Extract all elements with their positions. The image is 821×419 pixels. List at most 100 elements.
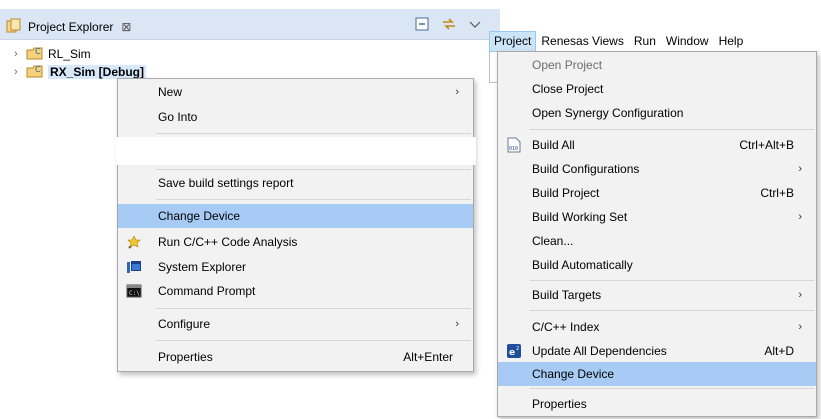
menu-item-go-into[interactable]: Go Into <box>118 105 473 129</box>
menu-item-label: Open Synergy Configuration <box>532 106 684 120</box>
svg-text:C:\: C:\ <box>129 290 140 297</box>
menu-item-properties[interactable]: Properties Alt+Enter <box>118 345 473 369</box>
menu-item-shortcut: Ctrl+Alt+B <box>739 138 794 152</box>
menu-item-build-automatically[interactable]: Build Automatically <box>498 253 816 277</box>
c-project-icon: C <box>26 45 44 64</box>
chevron-right-icon[interactable]: › <box>14 48 26 60</box>
menu-item-build-working-set[interactable]: Build Working Set › <box>498 205 816 229</box>
menu-item-clean[interactable]: Clean... <box>498 229 816 253</box>
menu-item-shortcut: Alt+Enter <box>403 350 453 364</box>
menubar-window[interactable]: Window <box>661 32 714 51</box>
menu-item-label: Build All <box>532 138 575 152</box>
chevron-right-icon[interactable]: › <box>14 66 26 78</box>
menu-item-label: Save build settings report <box>158 176 294 190</box>
submenu-arrow-icon: › <box>798 163 802 175</box>
svg-text:C: C <box>35 65 41 74</box>
menu-item-label: Properties <box>158 350 213 364</box>
menu-separator <box>530 388 814 389</box>
tree-item-label: RL_Sim <box>48 47 91 61</box>
menu-separator <box>156 340 471 341</box>
menu-item-label: Command Prompt <box>158 284 256 298</box>
command-prompt-icon: C:\ <box>126 283 142 299</box>
build-all-icon: 010 <box>506 137 522 153</box>
menu-item-label: Run C/C++ Code Analysis <box>158 235 298 249</box>
menu-item-cpp-index[interactable]: C/C++ Index › <box>498 315 816 339</box>
menu-item-command-prompt[interactable]: C:\ Command Prompt <box>118 279 473 303</box>
menubar-help[interactable]: Help <box>714 32 749 51</box>
menu-item-label: Properties <box>532 397 587 411</box>
menu-item-label: Update All Dependencies <box>532 344 667 358</box>
menu-item-label: New <box>158 85 183 99</box>
submenu-arrow-icon: › <box>455 86 459 98</box>
menu-item-change-device[interactable]: Change Device <box>118 204 473 228</box>
menu-item-open-project[interactable]: Open Project <box>498 53 816 77</box>
menu-item-build-all[interactable]: 010 Build All Ctrl+Alt+B <box>498 133 816 157</box>
menu-item-new[interactable]: New › <box>118 80 473 104</box>
project-menu: Open Project Close Project Open Synergy … <box>497 51 817 417</box>
menu-separator <box>156 169 471 170</box>
context-menu: New › Go Into Save build settings report… <box>116 78 476 372</box>
menu-item-label: Build Configurations <box>532 162 640 176</box>
project-explorer-tabbar: Project Explorer ⊠ <box>0 9 500 40</box>
menu-item-label: Build Automatically <box>532 258 633 272</box>
menu-item-properties[interactable]: Properties <box>498 392 816 416</box>
menu-item-run-code-analysis[interactable]: Run C/C++ Code Analysis <box>118 230 473 254</box>
menu-item-shortcut: Alt+D <box>764 344 794 358</box>
submenu-arrow-icon: › <box>455 318 459 330</box>
menu-item-label: Open Project <box>532 58 603 72</box>
collapse-all-icon[interactable] <box>415 17 429 34</box>
menu-separator <box>156 199 471 200</box>
c-project-icon: C <box>26 63 44 82</box>
system-explorer-icon <box>126 259 142 275</box>
menu-item-label: Change Device <box>158 209 241 223</box>
menu-item-label: Go Into <box>158 110 198 124</box>
svg-text:C: C <box>35 47 41 56</box>
menu-item-label: Build Project <box>532 186 600 200</box>
project-explorer-tab[interactable]: Project Explorer ⊠ <box>6 17 131 37</box>
project-explorer-icon <box>6 18 22 37</box>
view-menu-icon[interactable] <box>469 19 481 33</box>
menu-item-label: Clean... <box>532 234 574 248</box>
menu-item-build-project[interactable]: Build Project Ctrl+B <box>498 181 816 205</box>
menu-item-open-synergy-configuration[interactable]: Open Synergy Configuration <box>498 101 816 125</box>
menu-item-label: System Explorer <box>158 260 247 274</box>
menubar-run[interactable]: Run <box>629 32 661 51</box>
menu-item-build-configurations[interactable]: Build Configurations › <box>498 157 816 181</box>
submenu-arrow-icon: › <box>798 211 802 223</box>
e2-icon: e2 <box>506 343 522 359</box>
menu-item-update-all-dependencies[interactable]: e2 Update All Dependencies Alt+D <box>498 339 816 363</box>
menubar-project[interactable]: Project <box>489 30 537 52</box>
menu-item-label: Build Targets <box>532 288 602 302</box>
menu-item-label: C/C++ Index <box>532 320 600 334</box>
menu-item-system-explorer[interactable]: System Explorer <box>118 255 473 279</box>
menu-separator <box>530 310 814 311</box>
menu-separator <box>530 129 814 130</box>
tree-item-rl-sim[interactable]: › C RL_Sim <box>14 45 91 63</box>
menu-separator <box>156 308 471 309</box>
submenu-arrow-icon: › <box>798 289 802 301</box>
tree-item-label: RX_Sim [Debug] <box>48 65 147 79</box>
menu-item-close-project[interactable]: Close Project <box>498 77 816 101</box>
menu-item-label: Close Project <box>532 82 604 96</box>
menubar-renesas-views[interactable]: Renesas Views <box>536 32 629 51</box>
menu-item-shortcut: Ctrl+B <box>760 186 794 200</box>
submenu-arrow-icon: › <box>798 321 802 333</box>
project-explorer-title: Project Explorer <box>28 20 114 34</box>
menu-gap <box>116 137 476 165</box>
menu-item-change-device[interactable]: Change Device <box>498 362 816 386</box>
menu-item-label: Change Device <box>532 367 615 381</box>
close-icon[interactable]: ⊠ <box>121 20 131 34</box>
svg-text:010: 010 <box>509 146 518 152</box>
menu-item-label: Build Working Set <box>532 210 628 224</box>
menu-separator <box>530 280 814 281</box>
menu-item-save-build-settings-report[interactable]: Save build settings report <box>118 171 473 195</box>
menu-separator <box>156 133 471 134</box>
menu-item-build-targets[interactable]: Build Targets › <box>498 283 816 307</box>
svg-text:e: e <box>509 348 515 358</box>
menu-item-label: Configure <box>158 317 211 331</box>
link-with-editor-icon[interactable] <box>441 17 457 34</box>
menu-item-configure[interactable]: Configure › <box>118 312 473 336</box>
menu-bar: Project Renesas Views Run Window Help <box>489 30 819 52</box>
code-analysis-icon <box>126 234 142 250</box>
svg-text:2: 2 <box>516 346 519 352</box>
